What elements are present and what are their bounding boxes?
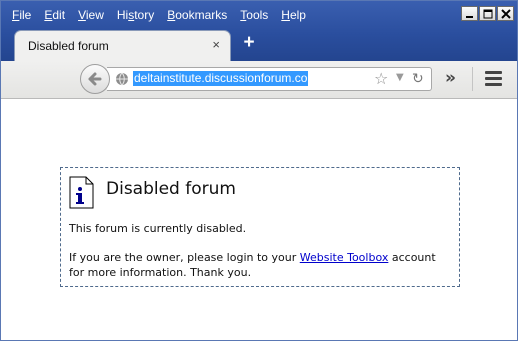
overflow-chevron-icon[interactable]: » [445, 68, 456, 88]
menu-view[interactable]: View [71, 1, 110, 29]
star-icon[interactable]: ☆ [374, 70, 388, 88]
toolbar-divider [472, 67, 473, 91]
menu-bar: File Edit View History Bookmarks Tools H… [1, 1, 445, 29]
browser-window: File Edit View History Bookmarks Tools H… [0, 0, 518, 341]
maximize-button[interactable] [479, 6, 496, 21]
menu-tools[interactable]: Tools [233, 1, 274, 29]
website-toolbox-link[interactable]: Website Toolbox [300, 251, 389, 264]
menu-bookmarks[interactable]: Bookmarks [160, 1, 233, 29]
maximize-icon [483, 9, 493, 19]
menu-history[interactable]: History [110, 1, 160, 29]
window-controls [461, 6, 514, 21]
reload-icon[interactable]: ↻ [412, 71, 424, 87]
tab-title: Disabled forum [28, 39, 109, 53]
minimize-button[interactable] [461, 6, 478, 21]
page-content: Disabled forum This forum is currently d… [1, 99, 517, 340]
back-button[interactable] [80, 64, 110, 94]
new-tab-button[interactable]: + [241, 33, 257, 52]
back-arrow-icon [88, 72, 102, 86]
menu-edit[interactable]: Edit [37, 1, 71, 29]
close-icon [501, 9, 511, 19]
disabled-notice-box: Disabled forum This forum is currently d… [60, 167, 460, 287]
hamburger-menu-icon[interactable] [485, 71, 502, 89]
owner-text-prefix: If you are the owner, please login to yo… [69, 251, 300, 264]
notice-message: This forum is currently disabled. [69, 222, 247, 235]
url-bar[interactable]: deltainstitute.discussionforum.co ☆ ▼ ↻ [107, 67, 432, 91]
globe-icon [116, 72, 128, 86]
menu-help[interactable]: Help [274, 1, 312, 29]
tab-close-icon[interactable]: × [212, 37, 220, 52]
notice-title: Disabled forum [106, 179, 236, 199]
info-document-icon [69, 176, 94, 209]
menu-file[interactable]: File [5, 1, 37, 29]
url-text[interactable]: deltainstitute.discussionforum.co [133, 71, 309, 86]
dropdown-arrow-icon[interactable]: ▼ [396, 72, 404, 83]
nav-toolbar: deltainstitute.discussionforum.co ☆ ▼ ↻ … [1, 61, 517, 99]
owner-instructions: If you are the owner, please login to yo… [69, 250, 449, 280]
close-window-button[interactable] [497, 6, 514, 21]
title-bar: File Edit View History Bookmarks Tools H… [1, 1, 517, 63]
minimize-icon [466, 16, 473, 18]
tab-disabled-forum[interactable]: Disabled forum × [14, 30, 231, 62]
